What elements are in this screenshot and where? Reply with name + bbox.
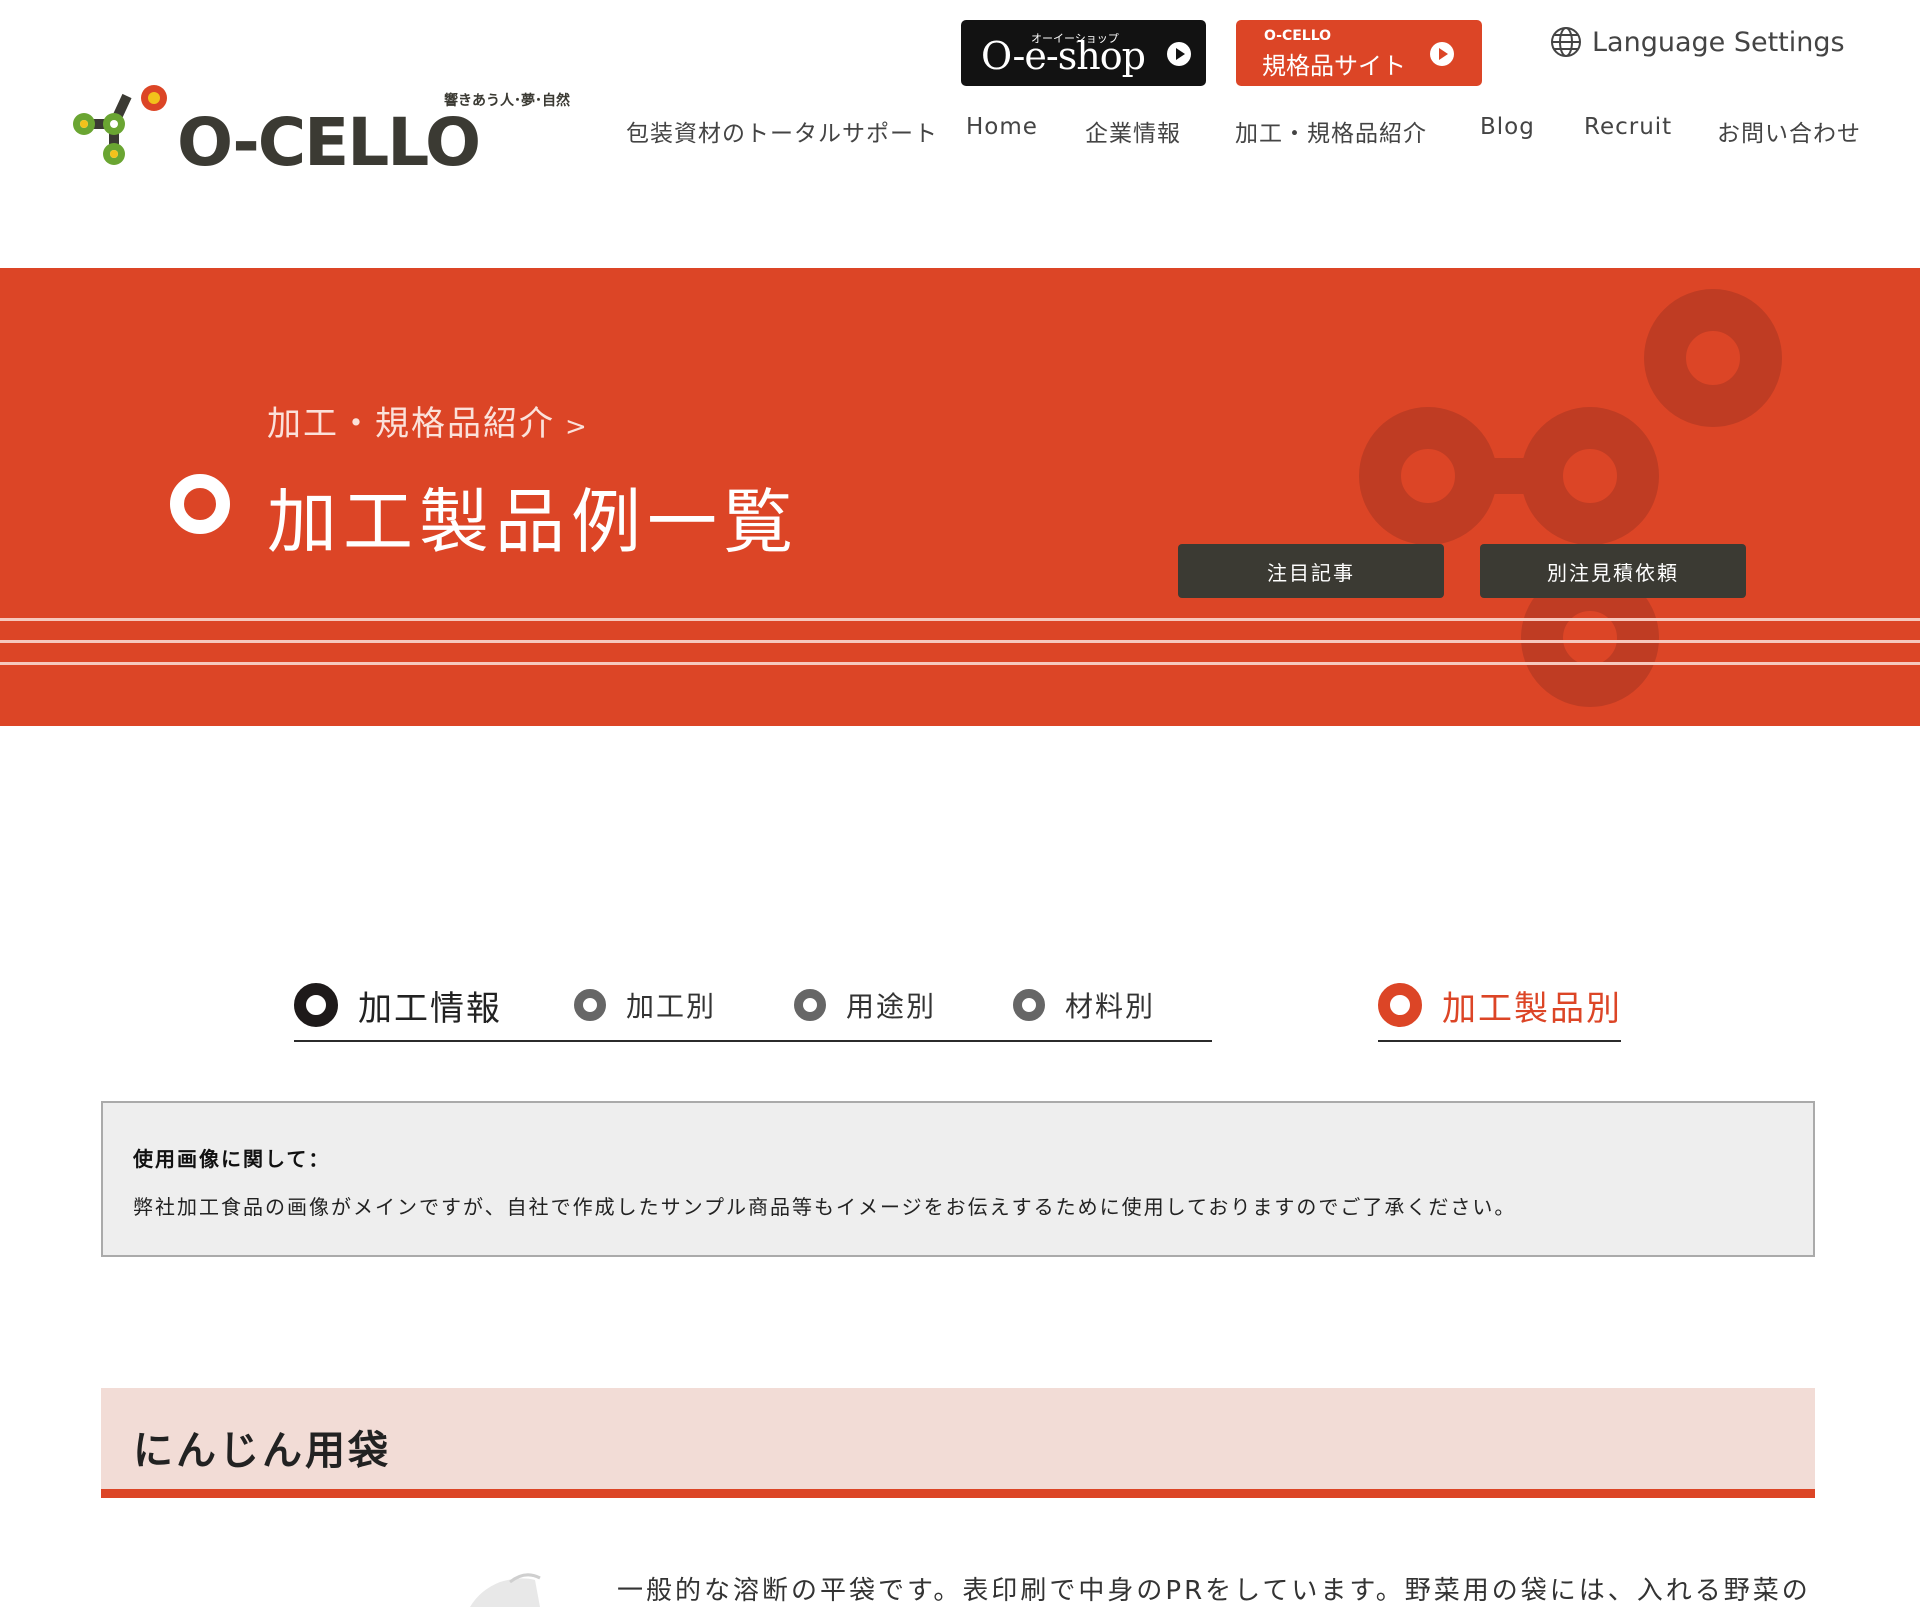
tab-label: 加工情報 [358,988,502,1029]
featured-articles-button[interactable]: 注目記事 [1178,544,1444,598]
play-icon [1430,42,1454,66]
tab-by-material[interactable]: 材料別 [1013,970,1155,1040]
breadcrumb-parent[interactable]: 加工・規格品紹介 [267,404,555,444]
tab-label: 加工別 [626,990,717,1023]
tab-label: 用途別 [846,990,937,1023]
custom-quote-button[interactable]: 別注見積依頼 [1480,544,1746,598]
tab-by-process[interactable]: 加工別 [574,970,716,1040]
eshop-label: O-e-shop [981,34,1146,78]
tab-label: 材料別 [1065,990,1156,1023]
ring-icon [574,989,606,1021]
globe-icon [1551,27,1581,57]
language-label: Language Settings [1592,26,1845,58]
play-icon [1167,42,1191,66]
language-settings[interactable]: Language Settings [1550,24,1845,60]
page-title: 加工製品例一覧 [267,481,799,563]
product-image [470,1573,541,1607]
nav-blog[interactable]: Blog [1480,114,1535,154]
tab-underline [294,1040,1212,1042]
tab-by-use[interactable]: 用途別 [794,970,936,1040]
logo-wordmark: O-CELLO [177,104,481,181]
breadcrumb-separator: > [565,412,589,442]
section-title: にんじん用袋 [133,1428,391,1474]
nav-products[interactable]: 加工・規格品紹介 [1235,114,1427,154]
nav-home[interactable]: Home [966,114,1038,154]
standard-site-small-label: O-CELLO [1264,28,1332,44]
standard-site-button[interactable]: O-CELLO 規格品サイト [1236,20,1482,86]
tab-underline-active [1378,1040,1621,1042]
hero-decoration-icon [1359,289,1782,707]
nav-company[interactable]: 企業情報 [1085,114,1181,154]
section-description: 一般的な溶断の平袋です。表印刷で中身のPRをしています。野菜用の袋には、入れる野… [617,1576,1811,1606]
hero-ring-icon [170,474,230,534]
eshop-button[interactable]: オーイーショップ O-e-shop [961,20,1206,86]
standard-site-label: 規格品サイト [1262,52,1406,80]
nav-tagline: 包装資材のトータルサポート [626,121,938,147]
notice-body: 弊社加工食品の画像がメインですが、自社で作成したサンプル商品等もイメージをお伝え… [133,1195,1517,1219]
site-logo[interactable]: O-CELLO 響きあう人･夢･自然 [72,84,572,184]
nav-recruit[interactable]: Recruit [1584,114,1672,154]
tab-processing-info[interactable]: 加工情報 [294,970,502,1040]
ring-icon [794,989,826,1021]
section-header: にんじん用袋 [101,1388,1815,1498]
image-notice: 使用画像に関して： 弊社加工食品の画像がメインですが、自社で作成したサンプル商品… [101,1101,1815,1257]
breadcrumb[interactable]: 加工・規格品紹介 > [267,396,589,445]
ring-icon [1378,983,1422,1027]
ring-icon [1013,989,1045,1021]
site-header: O-CELLO 響きあう人･夢･自然 オーイーショップ O-e-shop O-C… [0,0,1920,268]
ring-icon [294,983,338,1027]
hero-banner: 加工・規格品紹介 > 加工製品例一覧 注目記事 別注見積依頼 [0,268,1920,726]
nav-contact[interactable]: お問い合わせ [1717,114,1861,154]
logo-tagline: 響きあう人･夢･自然 [444,93,570,109]
tab-by-product[interactable]: 加工製品別 [1378,970,1622,1040]
notice-title: 使用画像に関して： [133,1147,331,1171]
logo-mark-icon [73,85,167,165]
tab-label: 加工製品別 [1442,988,1622,1029]
